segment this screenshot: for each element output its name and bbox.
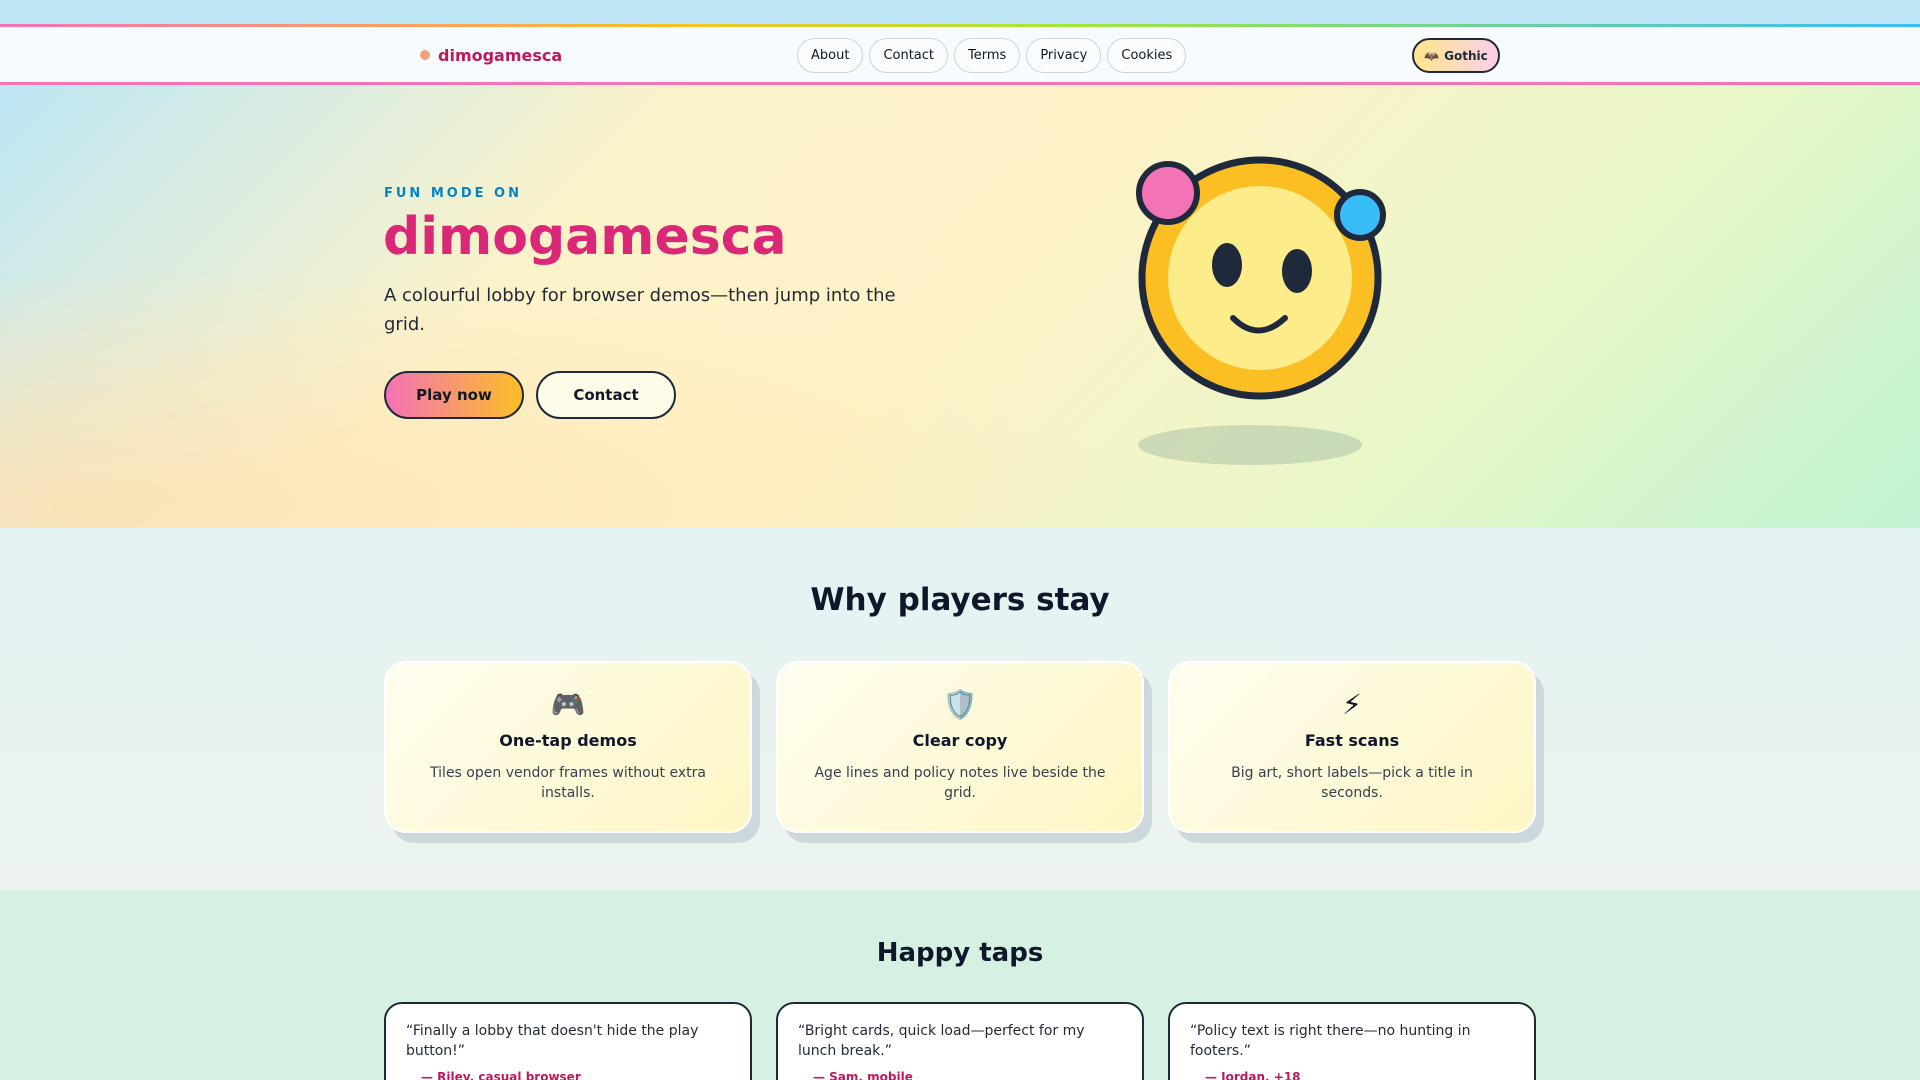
smiley-mascot-icon [1136, 156, 1386, 465]
feature-card: 🎮 One-tap demos Tiles open vendor frames… [384, 661, 752, 833]
features-section: Why players stay 🎮 One-tap demos Tiles o… [0, 528, 1920, 890]
gamepad-icon: 🎮 [550, 688, 586, 721]
bat-icon: 🦇 [1424, 48, 1440, 63]
features-title: Why players stay [810, 582, 1110, 618]
hero-glow [0, 85, 1920, 528]
top-gradient-strip [0, 0, 1920, 27]
testimonials-title: Happy taps [876, 938, 1044, 968]
testimonial-author: — Jordan, +18 [1205, 1070, 1301, 1080]
play-now-button[interactable]: Play now [384, 371, 524, 419]
testimonial-author: — Sam, mobile [813, 1070, 913, 1080]
testimonial-quote: “Policy text is right there—no hunting i… [1190, 1023, 1471, 1059]
feature-card: ⚡ Fast scans Big art, short labels—pick … [1168, 661, 1536, 833]
nav-cookies[interactable]: Cookies [1107, 38, 1187, 73]
feature-card-title: Fast scans [1304, 731, 1400, 750]
feature-card-title: Clear copy [912, 731, 1008, 750]
nav-terms[interactable]: Terms [954, 38, 1021, 73]
main-nav: About Contact Terms Privacy Cookies [797, 38, 1187, 73]
shield-icon: 🛡️ [942, 688, 978, 721]
mascot-pink-ball [1136, 161, 1200, 225]
feature-card-text: Age lines and policy notes live beside t… [814, 765, 1106, 801]
testimonial-card: “Bright cards, quick load—perfect for my… [776, 1002, 1144, 1080]
feature-cards: 🎮 One-tap demos Tiles open vendor frames… [384, 661, 1536, 833]
testimonial-card: “Finally a lobby that doesn't hide the p… [384, 1002, 752, 1080]
testimonial-quote: “Finally a lobby that doesn't hide the p… [406, 1023, 699, 1059]
hero-subtitle: A colourful lobby for browser demos—then… [384, 285, 896, 335]
hero-eyebrow: FUN MODE ON [384, 186, 522, 201]
theme-toggle-label: Gothic [1444, 48, 1488, 63]
feature-card-text: Big art, short labels—pick a title in se… [1231, 765, 1473, 801]
mascot-shadow [1138, 425, 1362, 465]
mascot-face-inner [1168, 186, 1352, 370]
nav-contact[interactable]: Contact [869, 38, 949, 73]
nav-privacy[interactable]: Privacy [1026, 38, 1102, 73]
testimonial-quote: “Bright cards, quick load—perfect for my… [798, 1023, 1085, 1059]
brand-logo[interactable]: dimogamesca [420, 27, 562, 83]
brand-name: dimogamesca [438, 45, 563, 65]
feature-card-text: Tiles open vendor frames without extra i… [430, 765, 706, 801]
hero-title: dimogamesca [383, 207, 787, 267]
testimonials-section: Happy taps “Finally a lobby that doesn't… [0, 890, 1920, 1080]
testimonial-author: — Riley, casual browser [421, 1070, 581, 1080]
feature-card: 🛡️ Clear copy Age lines and policy notes… [776, 661, 1144, 833]
lightning-icon: ⚡ [1342, 688, 1362, 721]
testimonial-card: “Policy text is right there—no hunting i… [1168, 1002, 1536, 1080]
mascot-blue-ball [1334, 189, 1386, 241]
nav-about[interactable]: About [797, 38, 864, 73]
hero-section: FUN MODE ON dimogamesca A colourful lobb… [0, 85, 1920, 528]
contact-button[interactable]: Contact [536, 371, 676, 419]
theme-toggle-button[interactable]: 🦇 Gothic [1412, 38, 1500, 73]
testimonial-cards: “Finally a lobby that doesn't hide the p… [384, 1002, 1536, 1080]
feature-card-title: One-tap demos [499, 731, 637, 750]
mascot-right-eye [1282, 249, 1312, 293]
site-header: dimogamesca About Contact Terms Privacy … [0, 27, 1920, 85]
mascot-left-eye [1212, 243, 1242, 287]
brand-dot-icon [420, 50, 430, 60]
